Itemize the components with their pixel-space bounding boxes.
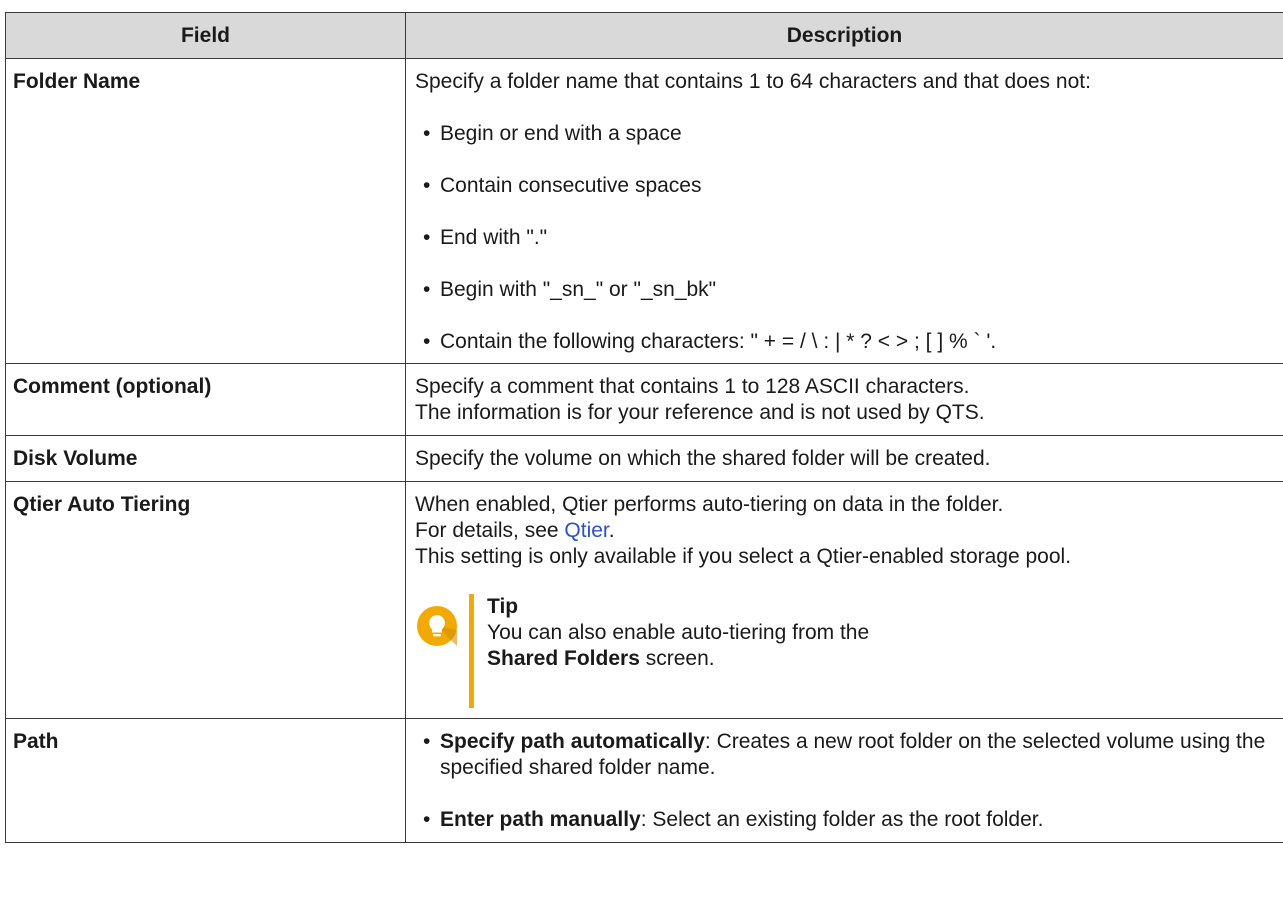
tip-callout: Tip You can also enable auto-tiering fro… bbox=[415, 594, 1279, 712]
list-item: Contain the following characters: " + = … bbox=[415, 329, 1279, 355]
list-item: Specify path automatically: Creates a ne… bbox=[415, 729, 1279, 781]
header-description: Description bbox=[405, 12, 1283, 59]
tip-text-bold: Shared Folders bbox=[487, 647, 640, 670]
disk-volume-line-1: Specify the volume on which the shared f… bbox=[415, 447, 991, 470]
list-item: Enter path manually: Select an existing … bbox=[415, 807, 1279, 833]
tip-body: Tip You can also enable auto-tiering fro… bbox=[487, 594, 907, 672]
path-option-1-title: Specify path automatically bbox=[440, 730, 705, 753]
field-disk-volume: Disk Volume bbox=[5, 435, 406, 482]
list-item: End with "." bbox=[415, 225, 1279, 251]
list-item: Contain consecutive spaces bbox=[415, 173, 1279, 199]
tip-accent-bar bbox=[469, 594, 474, 708]
list-item: Begin with "_sn_" or "_sn_bk" bbox=[415, 277, 1279, 303]
folder-name-rules: Begin or end with a space Contain consec… bbox=[415, 121, 1279, 355]
comment-line-1: Specify a comment that contains 1 to 128… bbox=[415, 375, 970, 398]
field-folder-name: Folder Name bbox=[5, 58, 406, 364]
tip-text-prefix: You can also enable auto-tiering from th… bbox=[487, 621, 870, 644]
desc-comment: Specify a comment that contains 1 to 128… bbox=[405, 363, 1283, 436]
folder-name-intro: Specify a folder name that contains 1 to… bbox=[415, 70, 1091, 93]
table-header-row: Field Description bbox=[5, 12, 1283, 59]
tip-title: Tip bbox=[487, 595, 519, 618]
qtier-link[interactable]: Qtier bbox=[564, 519, 608, 542]
desc-qtier: When enabled, Qtier performs auto-tierin… bbox=[405, 481, 1283, 719]
qtier-line-2-prefix: For details, see bbox=[415, 519, 565, 542]
table-row: Qtier Auto Tiering When enabled, Qtier p… bbox=[5, 481, 1283, 719]
desc-path: Specify path automatically: Creates a ne… bbox=[405, 718, 1283, 843]
comment-line-2: The information is for your reference an… bbox=[415, 401, 985, 424]
field-qtier: Qtier Auto Tiering bbox=[5, 481, 406, 719]
table-row: Disk Volume Specify the volume on which … bbox=[5, 435, 1283, 482]
path-options: Specify path automatically: Creates a ne… bbox=[415, 729, 1279, 833]
table-row: Folder Name Specify a folder name that c… bbox=[5, 58, 1283, 364]
lightbulb-icon bbox=[417, 606, 457, 646]
field-path: Path bbox=[5, 718, 406, 843]
settings-table: Field Description Folder Name Specify a … bbox=[5, 12, 1283, 843]
desc-disk-volume: Specify the volume on which the shared f… bbox=[405, 435, 1283, 482]
path-option-2-title: Enter path manually bbox=[440, 808, 641, 831]
list-item: Begin or end with a space bbox=[415, 121, 1279, 147]
table-row: Path Specify path automatically: Creates… bbox=[5, 718, 1283, 843]
qtier-line-1: When enabled, Qtier performs auto-tierin… bbox=[415, 493, 1004, 516]
qtier-line-3: This setting is only available if you se… bbox=[415, 545, 1072, 568]
field-comment: Comment (optional) bbox=[5, 363, 406, 436]
path-option-2-text: : Select an existing folder as the root … bbox=[640, 808, 1044, 831]
desc-folder-name: Specify a folder name that contains 1 to… bbox=[405, 58, 1283, 364]
header-field: Field bbox=[5, 12, 406, 59]
qtier-line-2: For details, see Qtier. bbox=[415, 518, 1279, 544]
table-row: Comment (optional) Specify a comment tha… bbox=[5, 363, 1283, 436]
qtier-line-2-suffix: . bbox=[608, 519, 615, 542]
tip-text-suffix: screen. bbox=[639, 647, 715, 670]
tip-text: You can also enable auto-tiering from th… bbox=[487, 620, 907, 672]
